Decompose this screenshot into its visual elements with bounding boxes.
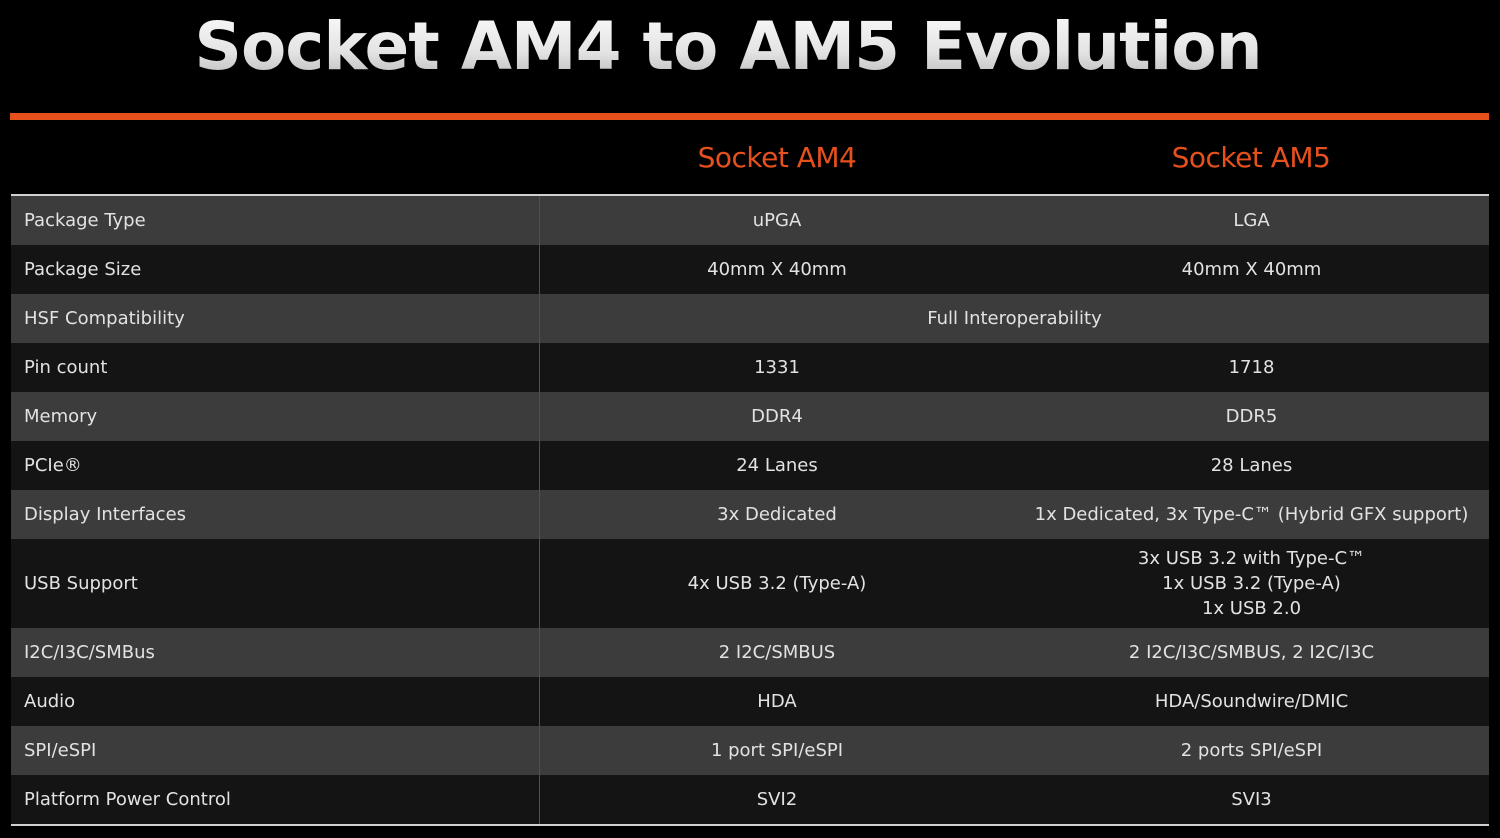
am4-value: 1 port SPI/eSPI bbox=[710, 740, 844, 761]
row-label: Package Type bbox=[11, 196, 540, 245]
table-row: Pin count 1331 1718 bbox=[11, 343, 1489, 392]
am5-value: HDA/Soundwire/DMIC bbox=[1154, 691, 1349, 712]
row-label: I2C/I3C/SMBus bbox=[11, 628, 540, 677]
am5-value: 2 ports SPI/eSPI bbox=[1180, 740, 1323, 761]
am4-value: DDR4 bbox=[751, 406, 803, 427]
am5-value: 2 I2C/I3C/SMBUS, 2 I2C/I3C bbox=[1128, 642, 1375, 663]
am5-value: 1718 bbox=[1228, 357, 1275, 378]
shared-value: Full Interoperability bbox=[927, 308, 1102, 329]
accent-divider bbox=[10, 113, 1489, 120]
row-label: USB Support bbox=[11, 539, 540, 628]
row-label: Pin count bbox=[11, 343, 540, 392]
slide-title: Socket AM4 to AM5 Evolution bbox=[0, 2, 1456, 92]
am5-value: 28 Lanes bbox=[1210, 455, 1293, 476]
am5-value-multiline: 3x USB 3.2 with Type-C™ 1x USB 3.2 (Type… bbox=[1014, 539, 1489, 628]
am5-value: 40mm X 40mm bbox=[1181, 259, 1322, 280]
am4-value: 2 I2C/SMBUS bbox=[718, 642, 836, 663]
table-row: USB Support 4x USB 3.2 (Type-A) 3x USB 3… bbox=[11, 539, 1489, 628]
table-row: Package Type uPGA LGA bbox=[11, 196, 1489, 245]
header-socket-am5: Socket AM5 bbox=[1171, 141, 1331, 174]
table-row: Package Size 40mm X 40mm 40mm X 40mm bbox=[11, 245, 1489, 294]
table-row: Memory DDR4 DDR5 bbox=[11, 392, 1489, 441]
am5-value: 1x Dedicated, 3x Type-C™ (Hybrid GFX sup… bbox=[1034, 504, 1469, 525]
table-row: HSF Compatibility Full Interoperability bbox=[11, 294, 1489, 343]
am4-value: 4x USB 3.2 (Type-A) bbox=[687, 573, 867, 594]
am5-value: LGA bbox=[1233, 210, 1270, 231]
am4-value: SVI2 bbox=[756, 789, 798, 810]
row-label: SPI/eSPI bbox=[11, 726, 540, 775]
comparison-table: Socket AM4 Socket AM5 Package Type uPGA … bbox=[11, 121, 1489, 826]
am5-usb-line: 1x USB 3.2 (Type-A) bbox=[1162, 573, 1341, 594]
am4-value: HDA bbox=[757, 691, 797, 712]
row-label: Audio bbox=[11, 677, 540, 726]
table-row: Platform Power Control SVI2 SVI3 bbox=[11, 775, 1489, 824]
table-row: I2C/I3C/SMBus 2 I2C/SMBUS 2 I2C/I3C/SMBU… bbox=[11, 628, 1489, 677]
table-bottom-divider bbox=[11, 824, 1489, 826]
row-label: PCIe® bbox=[11, 441, 540, 490]
row-label: HSF Compatibility bbox=[11, 294, 540, 343]
am5-usb-line: 3x USB 3.2 with Type-C™ bbox=[1137, 548, 1366, 569]
row-label: Platform Power Control bbox=[11, 775, 540, 824]
am4-value: uPGA bbox=[752, 210, 802, 231]
am4-value: 40mm X 40mm bbox=[707, 259, 847, 280]
row-label: Package Size bbox=[11, 245, 540, 294]
am4-value: 1331 bbox=[754, 357, 800, 378]
am5-value: SVI3 bbox=[1231, 789, 1272, 810]
am4-value: 24 Lanes bbox=[736, 455, 818, 476]
am4-value: 3x Dedicated bbox=[717, 504, 837, 525]
am5-usb-line: 1x USB 2.0 bbox=[1201, 598, 1302, 619]
header-socket-am4: Socket AM4 bbox=[697, 141, 857, 174]
table-row: Audio HDA HDA/Soundwire/DMIC bbox=[11, 677, 1489, 726]
table-header-row: Socket AM4 Socket AM5 bbox=[11, 121, 1489, 196]
row-label: Memory bbox=[11, 392, 540, 441]
row-label: Display Interfaces bbox=[11, 490, 540, 539]
table-row: Display Interfaces 3x Dedicated 1x Dedic… bbox=[11, 490, 1489, 539]
table-row: SPI/eSPI 1 port SPI/eSPI 2 ports SPI/eSP… bbox=[11, 726, 1489, 775]
table-row: PCIe® 24 Lanes 28 Lanes bbox=[11, 441, 1489, 490]
am5-value: DDR5 bbox=[1225, 406, 1278, 427]
